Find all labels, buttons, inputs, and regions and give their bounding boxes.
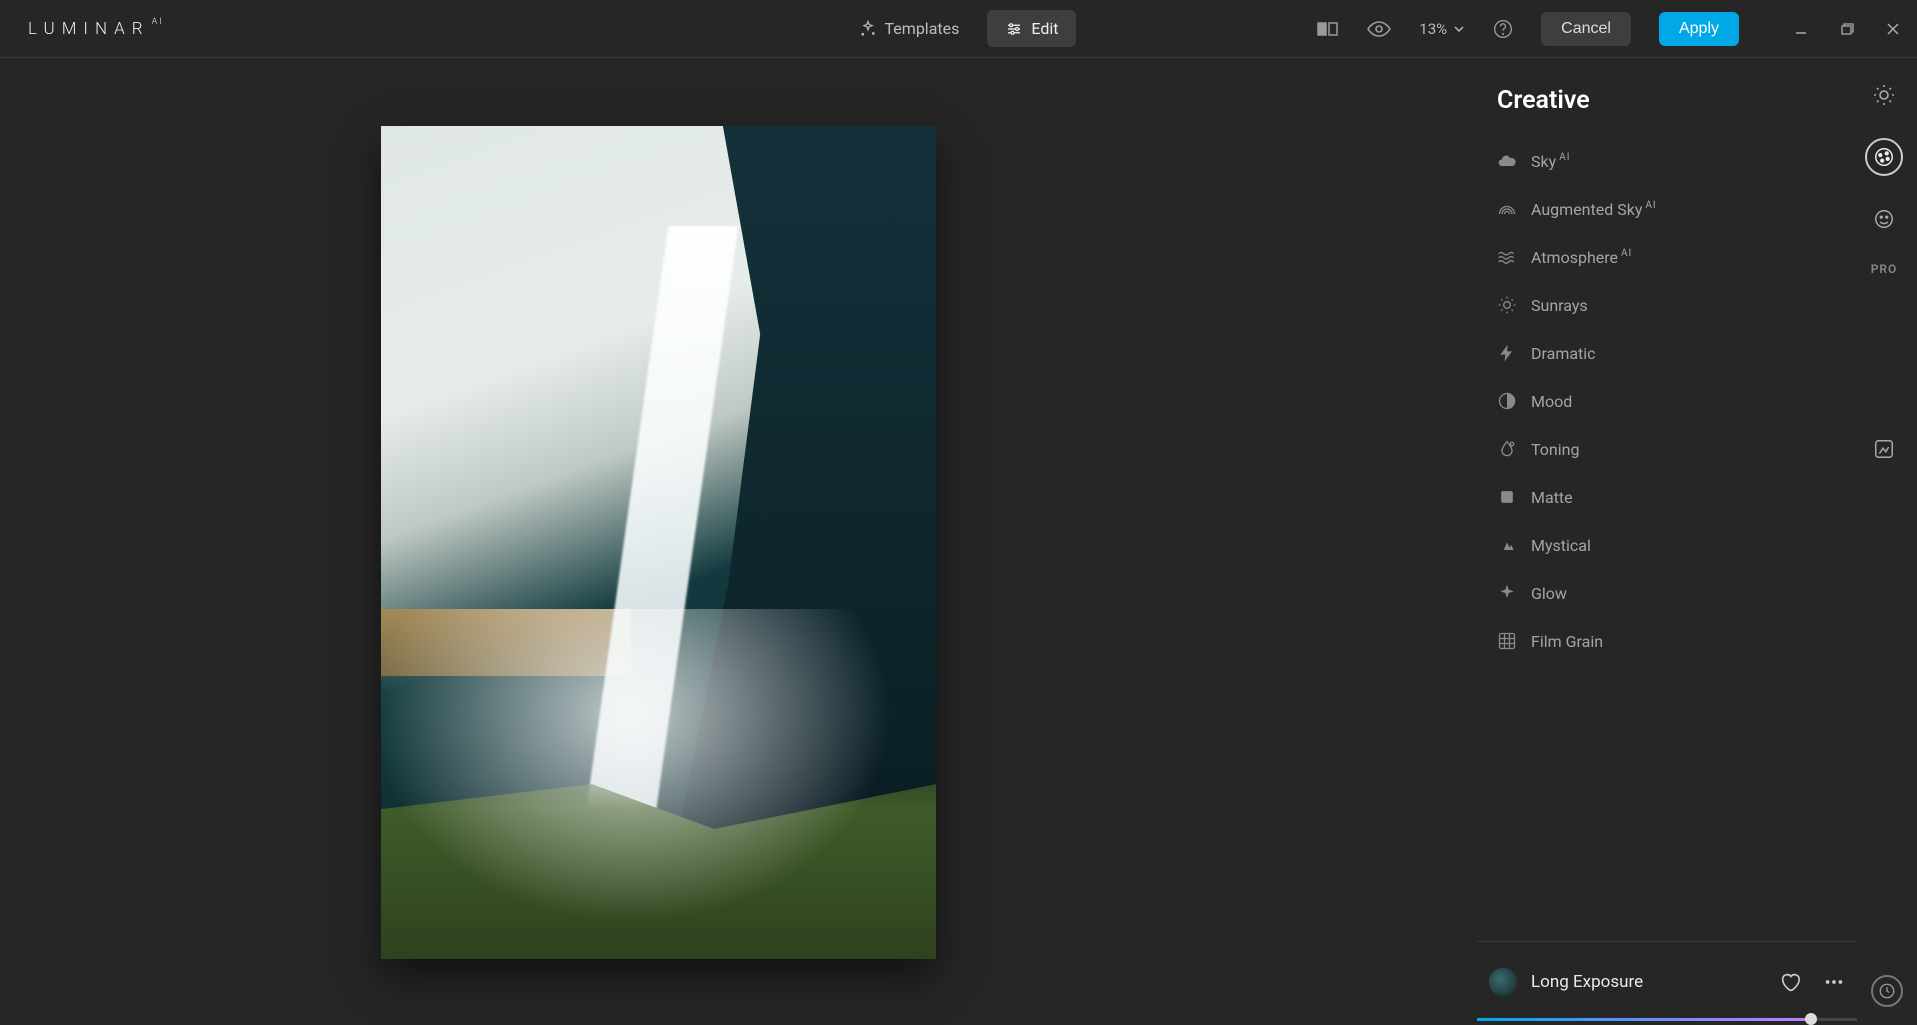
category-essentials[interactable] (1865, 76, 1903, 114)
tool-dramatic[interactable]: Dramatic (1497, 329, 1837, 377)
tool-label: Dramatic (1531, 344, 1596, 363)
tool-mystical[interactable]: Mystical (1497, 521, 1837, 569)
zoom-dropdown[interactable]: 13% (1419, 20, 1465, 38)
category-portrait[interactable] (1865, 200, 1903, 238)
minimize-button[interactable] (1787, 15, 1815, 43)
preset-actions (1779, 971, 1845, 993)
close-button[interactable] (1879, 15, 1907, 43)
tool-label: Mood (1531, 392, 1572, 411)
tool-sunrays[interactable]: Sunrays (1497, 281, 1837, 329)
apply-button[interactable]: Apply (1659, 12, 1739, 46)
app-name-suffix: AI (152, 17, 164, 27)
ai-badge: AI (1645, 200, 1656, 211)
tool-label: Augmented Sky (1531, 200, 1642, 219)
cancel-button[interactable]: Cancel (1541, 12, 1631, 46)
tool-mood[interactable]: Mood (1497, 377, 1837, 425)
maximize-button[interactable] (1833, 15, 1861, 43)
app-name: LUMINAR (28, 19, 150, 39)
tab-edit-label: Edit (1031, 19, 1058, 38)
mood-icon (1497, 391, 1517, 411)
compare-toggle[interactable] (1317, 21, 1339, 37)
ai-badge: AI (1621, 248, 1632, 259)
waves-icon (1497, 247, 1517, 267)
tools-panel: Creative SkyAI Augmented SkyAI Atmospher… (1477, 58, 1857, 1021)
tool-toning[interactable]: Toning (1497, 425, 1837, 473)
layers-strip (1861, 430, 1907, 468)
history-button[interactable] (1871, 975, 1903, 1007)
panel-title: Creative (1497, 86, 1837, 115)
category-pro[interactable]: PRO (1871, 262, 1898, 276)
ai-badge: AI (1559, 152, 1570, 163)
square-icon (1497, 487, 1517, 507)
top-right-controls: 13% Cancel Apply (1317, 12, 1907, 46)
more-button[interactable] (1823, 971, 1845, 993)
local-masking-button[interactable] (1865, 430, 1903, 468)
zoom-value: 13% (1419, 20, 1447, 38)
droplet-icon (1497, 439, 1517, 459)
sliders-icon (1005, 20, 1023, 38)
sparkle-icon (1497, 583, 1517, 603)
preview-toggle[interactable] (1367, 20, 1391, 38)
top-bar: LUMINAR AI Templates Edit 13% (0, 0, 1917, 58)
tool-sky[interactable]: SkyAI (1497, 137, 1837, 185)
slider-knob[interactable] (1805, 1013, 1817, 1025)
preset-thumbnail[interactable] (1489, 968, 1517, 996)
app-logo: LUMINAR AI (28, 19, 164, 39)
tool-label: Matte (1531, 488, 1573, 507)
tool-atmosphere[interactable]: AtmosphereAI (1497, 233, 1837, 281)
tool-augmented-sky[interactable]: Augmented SkyAI (1497, 185, 1837, 233)
bolt-icon (1497, 343, 1517, 363)
photo-preview[interactable] (381, 126, 936, 959)
sun-icon (1497, 295, 1517, 315)
tool-matte[interactable]: Matte (1497, 473, 1837, 521)
tool-label: Glow (1531, 584, 1567, 603)
cloud-icon (1497, 151, 1517, 171)
tool-label: Mystical (1531, 536, 1591, 555)
tab-templates[interactable]: Templates (841, 10, 978, 47)
tool-label: Sky (1531, 152, 1556, 171)
tool-label: Sunrays (1531, 296, 1588, 315)
templates-icon (859, 20, 877, 38)
window-controls (1787, 15, 1907, 43)
tab-edit[interactable]: Edit (987, 10, 1076, 47)
mystical-icon (1497, 535, 1517, 555)
tool-label: Atmosphere (1531, 248, 1618, 267)
tool-glow[interactable]: Glow (1497, 569, 1837, 617)
help-button[interactable] (1493, 19, 1513, 39)
grain-icon (1497, 631, 1517, 651)
tab-templates-label: Templates (885, 19, 960, 38)
category-strip: PRO (1861, 76, 1907, 276)
favorite-button[interactable] (1779, 971, 1801, 993)
category-creative[interactable] (1865, 138, 1903, 176)
chevron-down-icon (1453, 23, 1465, 35)
rainbow-icon (1497, 199, 1517, 219)
mode-tabs: Templates Edit (841, 10, 1077, 47)
tool-label: Toning (1531, 440, 1579, 459)
canvas-area[interactable] (0, 58, 1317, 1021)
preset-bar: Long Exposure (1477, 941, 1857, 1021)
tool-film-grain[interactable]: Film Grain (1497, 617, 1837, 665)
preset-name: Long Exposure (1531, 972, 1779, 992)
tool-label: Film Grain (1531, 632, 1603, 651)
